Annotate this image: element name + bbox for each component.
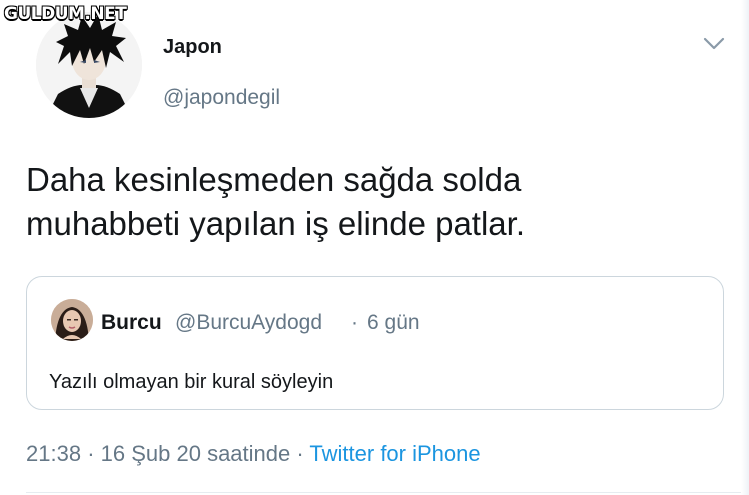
- divider: [26, 492, 746, 493]
- author-name[interactable]: Japon: [163, 36, 222, 59]
- meta-separator-2: ·: [296, 441, 304, 466]
- quoted-tweet-card[interactable]: Burcu @BurcuAydogd · 6 gün Yazılı olmaya…: [26, 276, 724, 410]
- quote-author-name[interactable]: Burcu: [101, 311, 162, 335]
- quote-separator: ·: [351, 311, 358, 334]
- watermark-text: GULDUM.NET: [4, 4, 127, 24]
- watermark: GULDUM.NET: [4, 4, 127, 24]
- scrollbar-edge: [741, 0, 749, 495]
- quote-timestamp[interactable]: 6 gün: [367, 311, 420, 335]
- quote-avatar-image: [51, 299, 93, 341]
- meta-separator-1: ·: [87, 441, 95, 466]
- tweet-text-line-2: muhabbeti yapılan iş elinde patlar.: [26, 205, 525, 242]
- quote-avatar[interactable]: [51, 299, 93, 341]
- quote-text: Yazılı olmayan bir kural söyleyin: [49, 371, 334, 393]
- tweet-date[interactable]: 16 Şub 20 saatinde: [101, 441, 291, 466]
- quote-author-handle[interactable]: @BurcuAydogd: [175, 311, 322, 335]
- tweet-source-link[interactable]: Twitter for iPhone: [309, 441, 480, 466]
- tweet-text: Daha kesinleşmeden sağda solda muhabbeti…: [26, 158, 666, 246]
- tweet-time[interactable]: 21:38: [26, 441, 81, 466]
- tweet-text-line-1: Daha kesinleşmeden sağda solda: [26, 161, 522, 198]
- chevron-down-icon[interactable]: [702, 34, 726, 54]
- tweet-meta: 21:38 · 16 Şub 20 saatinde · Twitter for…: [26, 441, 481, 467]
- avatar[interactable]: [36, 12, 142, 118]
- avatar-image: [36, 12, 142, 118]
- author-handle[interactable]: @japondegil: [163, 86, 280, 110]
